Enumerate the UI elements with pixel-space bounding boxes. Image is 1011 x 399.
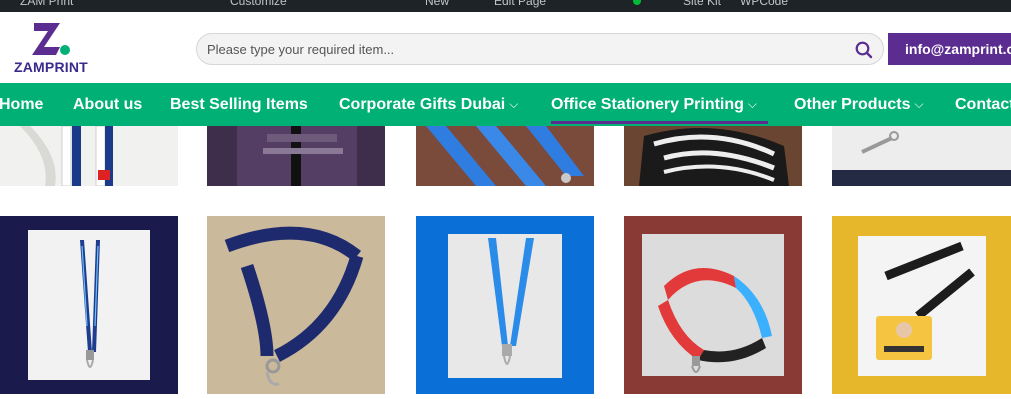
nav-item-contact[interactable]: Contact xyxy=(955,83,1011,126)
admin-bar-wpcode[interactable]: WPCode xyxy=(740,0,788,8)
product-tile[interactable] xyxy=(624,216,802,394)
nav-item-label: Other Products xyxy=(794,96,911,113)
zamprint-logo-icon xyxy=(32,23,70,55)
email-contact-button[interactable]: info@zamprint.com xyxy=(888,33,1011,65)
wp-admin-bar: ZAM Print Customize New Edit Page Site K… xyxy=(0,0,1011,12)
lanyard-photo-clip-grey-icon xyxy=(832,126,1011,186)
admin-bar-site-kit[interactable]: Site Kit xyxy=(683,0,721,8)
nav-active-underline xyxy=(551,121,768,124)
lanyard-photo-id-badge-icon xyxy=(832,216,1011,394)
site-header: ZAMPRINT info@zamprint.com xyxy=(0,12,1011,83)
nav-item-label: Corporate Gifts Dubai xyxy=(339,96,506,113)
nav-item-label: Office Stationery Printing xyxy=(551,96,744,113)
status-dot-icon xyxy=(633,0,641,5)
product-tile[interactable] xyxy=(416,216,594,394)
nav-item-label: Best Selling Items xyxy=(170,96,308,113)
search-bar xyxy=(196,33,884,65)
chevron-down-icon: ⌵ xyxy=(914,97,924,111)
logo-text: ZAMPRINT xyxy=(14,59,88,75)
product-tile[interactable] xyxy=(207,126,385,186)
nav-item-office-stationery-printing[interactable]: Office Stationery Printing ⌵ xyxy=(551,83,757,126)
nav-item-about-us[interactable]: About us xyxy=(73,83,142,126)
admin-bar-customize[interactable]: Customize xyxy=(230,0,287,8)
chevron-down-icon: ⌵ xyxy=(747,97,758,111)
lanyard-photo-navy-icon xyxy=(0,216,178,394)
nav-item-corporate-gifts-dubai[interactable]: Corporate Gifts Dubai ⌵ xyxy=(339,83,518,126)
lanyard-photo-white-shirt-icon xyxy=(0,126,178,186)
admin-bar-edit-page[interactable]: Edit Page xyxy=(494,0,546,8)
nav-item-home[interactable]: Home xyxy=(0,83,43,126)
lanyard-photo-magickey-icon xyxy=(207,216,385,394)
product-tile[interactable] xyxy=(416,126,594,186)
lanyard-photo-blue-icon xyxy=(416,216,594,394)
nav-item-other-products[interactable]: Other Products ⌵ xyxy=(794,83,924,126)
lanyard-photo-purple-shirt-icon xyxy=(207,126,385,186)
nav-item-label: About us xyxy=(73,96,143,113)
main-nav: Home About us Best Selling Items Corpora… xyxy=(0,83,1011,126)
product-grid xyxy=(0,126,1011,399)
admin-bar-new[interactable]: New xyxy=(425,0,449,8)
search-icon[interactable] xyxy=(854,40,874,60)
product-tile[interactable] xyxy=(0,216,178,394)
nav-item-best-selling-items[interactable]: Best Selling Items xyxy=(170,83,308,126)
chevron-down-icon: ⌵ xyxy=(509,97,519,111)
product-tile[interactable] xyxy=(832,216,1011,394)
site-logo[interactable]: ZAMPRINT xyxy=(14,21,94,77)
product-tile[interactable] xyxy=(207,216,385,394)
search-input[interactable] xyxy=(207,34,847,64)
product-tile[interactable] xyxy=(832,126,1011,186)
lanyard-photo-blue-bd-icon xyxy=(416,126,594,186)
nav-item-label: Home xyxy=(0,96,44,113)
admin-bar-site-name[interactable]: ZAM Print xyxy=(20,0,73,8)
nav-item-label: Contact xyxy=(955,96,1011,113)
lanyard-photo-black-white-icon xyxy=(624,126,802,186)
product-tile[interactable] xyxy=(624,126,802,186)
lanyard-photo-gamers-icon xyxy=(624,216,802,394)
product-tile[interactable] xyxy=(0,126,178,186)
